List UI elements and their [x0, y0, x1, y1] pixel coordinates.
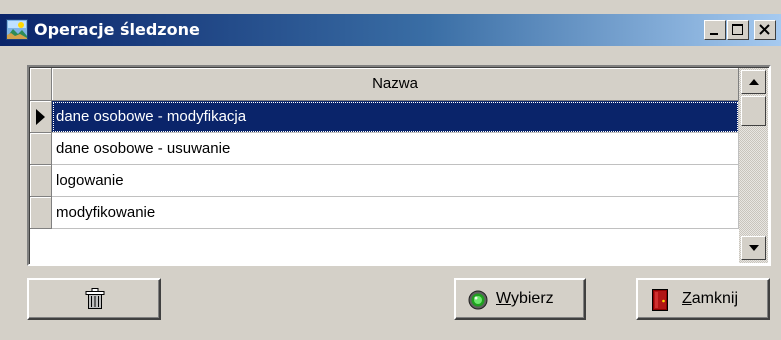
minimize-icon: [710, 33, 718, 35]
row-indicator[interactable]: [30, 165, 52, 197]
close-icon: [759, 24, 770, 35]
close-window-button[interactable]: [754, 20, 776, 40]
arrow-down-icon: [749, 245, 759, 251]
operations-grid[interactable]: Nazwa dane osobowe - modyfikacja dane os…: [27, 65, 771, 266]
close-button[interactable]: Zamknij: [636, 278, 770, 320]
grid-corner-header: [30, 68, 52, 101]
row-indicator[interactable]: [30, 133, 52, 165]
grid-row[interactable]: dane osobowe - modyfikacja: [30, 101, 739, 133]
close-button-label: Zamknij: [682, 290, 739, 307]
scroll-down-button[interactable]: [741, 236, 766, 260]
vertical-scrollbar[interactable]: [739, 68, 768, 263]
grid-cell-name[interactable]: modyfikowanie: [52, 197, 739, 229]
delete-button[interactable]: [27, 278, 161, 320]
row-indicator[interactable]: [30, 101, 52, 133]
current-row-arrow-icon: [36, 109, 45, 125]
maximize-button[interactable]: [727, 20, 749, 40]
arrow-up-icon: [749, 79, 759, 85]
grid-row[interactable]: logowanie: [30, 165, 739, 197]
select-button[interactable]: Wybierz: [454, 278, 586, 320]
dialog-window: Operacje śledzone Nazwa dane osobowe - m…: [0, 0, 781, 340]
minimize-button[interactable]: [704, 20, 726, 40]
select-button-label: Wybierz: [496, 290, 554, 307]
scroll-up-button[interactable]: [741, 70, 766, 94]
grid-cell-name[interactable]: dane osobowe - modyfikacja: [52, 101, 739, 133]
scroll-thumb[interactable]: [741, 96, 766, 126]
maximize-icon: [732, 24, 743, 35]
grid-cell-name[interactable]: dane osobowe - usuwanie: [52, 133, 739, 165]
grid-cell-name[interactable]: logowanie: [52, 165, 739, 197]
window-title: Operacje śledzone: [34, 20, 200, 39]
door-icon: [652, 289, 668, 311]
green-light-icon: [468, 290, 488, 310]
grid-row[interactable]: dane osobowe - usuwanie: [30, 133, 739, 165]
row-indicator[interactable]: [30, 197, 52, 229]
title-bar[interactable]: Operacje śledzone: [0, 14, 781, 46]
app-icon: [6, 19, 28, 40]
grid-row[interactable]: modyfikowanie: [30, 197, 739, 229]
column-header-name[interactable]: Nazwa: [52, 68, 739, 101]
trash-icon: [85, 288, 105, 309]
